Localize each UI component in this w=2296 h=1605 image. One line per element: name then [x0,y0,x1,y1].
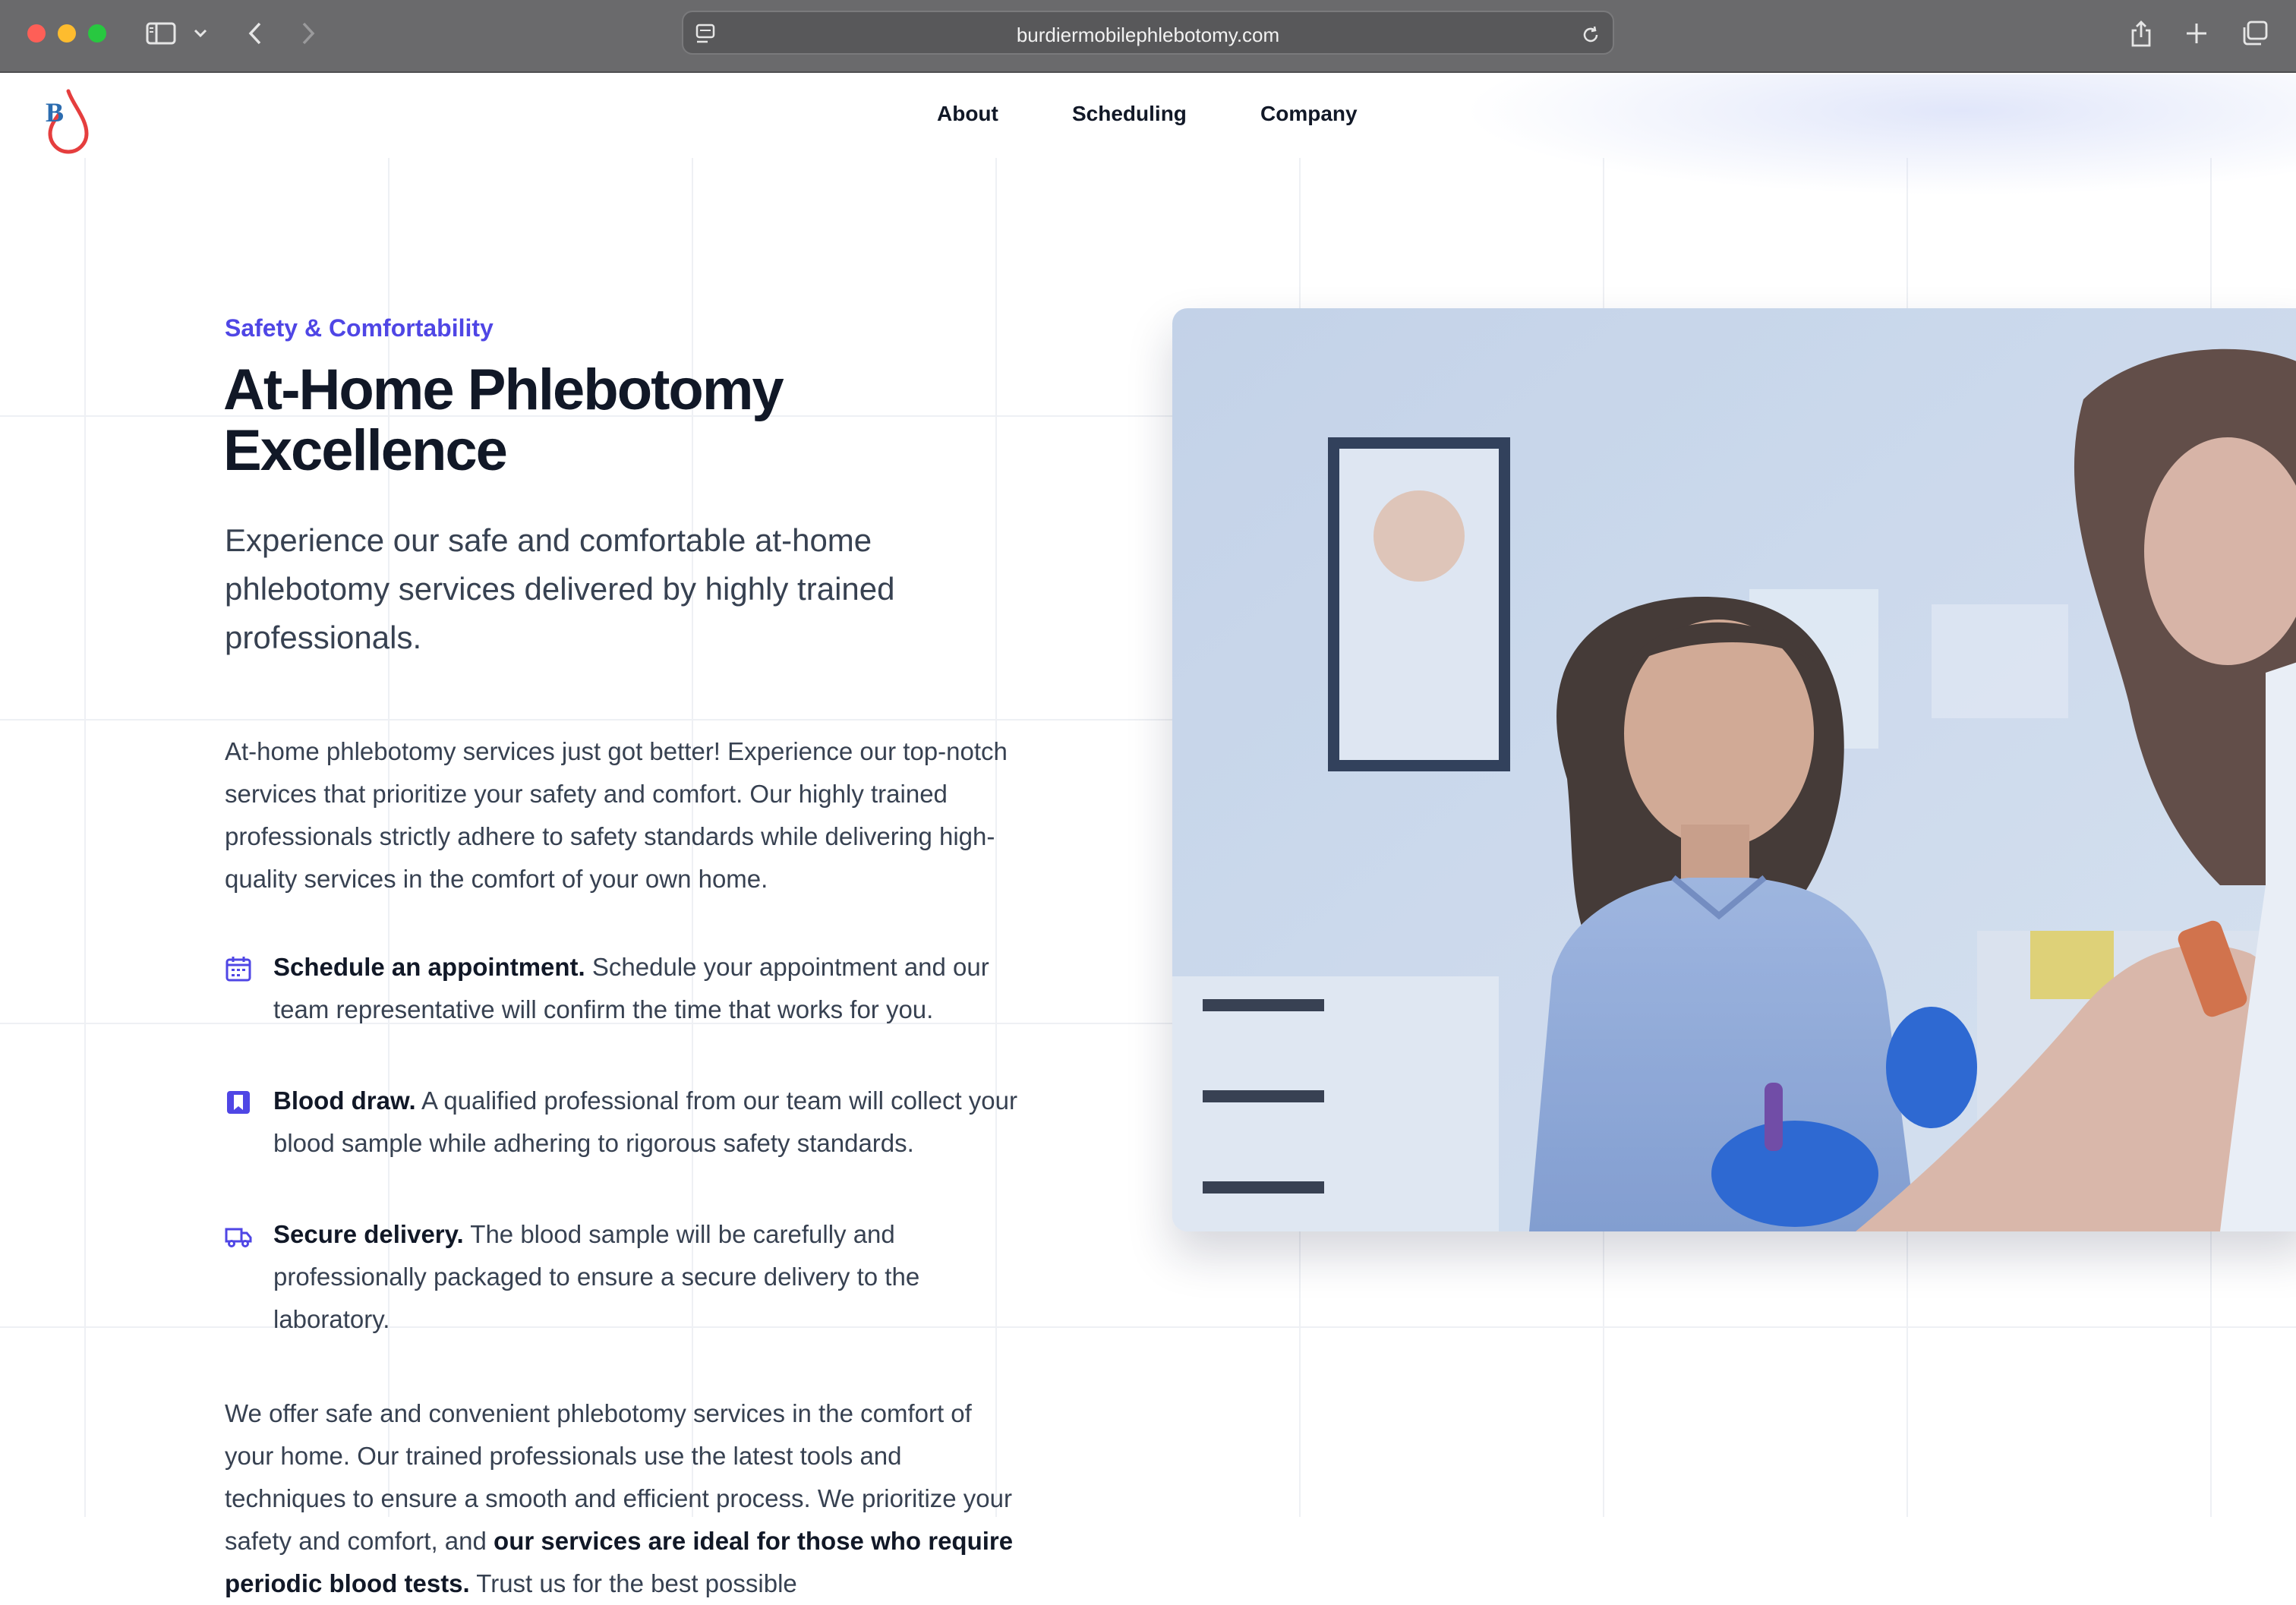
feature-title: Secure delivery. [273,1220,464,1248]
bookmark-icon [225,1089,252,1116]
lead-paragraph: Experience our safe and comfortable at-h… [225,522,895,655]
site-header: B About Scheduling Company [0,74,2296,159]
title-line-2: Excellence [223,418,508,483]
tab-overview-icon[interactable] [2240,18,2270,49]
reload-icon[interactable] [1579,20,1602,50]
feature-title: Blood draw. [273,1086,416,1115]
close-window-button[interactable] [27,24,46,43]
nav-link-about[interactable]: About [937,102,998,126]
feature-text: Schedule an appointment. Schedule your a… [273,946,1022,1031]
feature-text: Blood draw. A qualified professional fro… [273,1080,1022,1165]
chevron-down-icon[interactable] [191,18,210,49]
web-page: B About Scheduling Company Safety & Comf… [0,74,2296,1605]
section-eyebrow: Safety & Comfortability [225,314,494,342]
page-title: At-Home Phlebotomy Excellence [223,360,982,481]
sidebar-icon[interactable] [144,18,178,49]
nav-link-scheduling[interactable]: Scheduling [1072,102,1187,126]
calendar-icon [225,955,252,982]
zoom-window-button[interactable] [88,24,106,43]
forward-icon[interactable] [298,18,319,49]
feature-title: Schedule an appointment. [273,953,585,981]
closing-paragraph: We offer safe and convenient phlebotomy … [225,1392,1014,1605]
nav-link-company[interactable]: Company [1260,102,1358,126]
url-text: burdiermobilephlebotomy.com [1016,24,1280,46]
truck-icon [225,1222,252,1250]
logo-letter: B [46,97,64,128]
share-icon[interactable] [2129,18,2153,49]
closing-text-end: Trust us for the best possible [476,1569,797,1597]
site-logo[interactable]: B [43,82,91,155]
hero-photo [1172,308,2296,1231]
title-line-1: At-Home Phlebotomy [223,358,784,422]
browser-toolbar: burdiermobilephlebotomy.com [0,0,2296,73]
feature-text: Secure delivery. The blood sample will b… [273,1213,1022,1341]
back-icon[interactable] [244,18,266,49]
minimize-window-button[interactable] [58,24,76,43]
intro-paragraph: At-home phlebotomy services just got bet… [225,737,1008,893]
address-bar[interactable]: burdiermobilephlebotomy.com [682,11,1614,55]
new-tab-icon[interactable] [2184,18,2209,49]
